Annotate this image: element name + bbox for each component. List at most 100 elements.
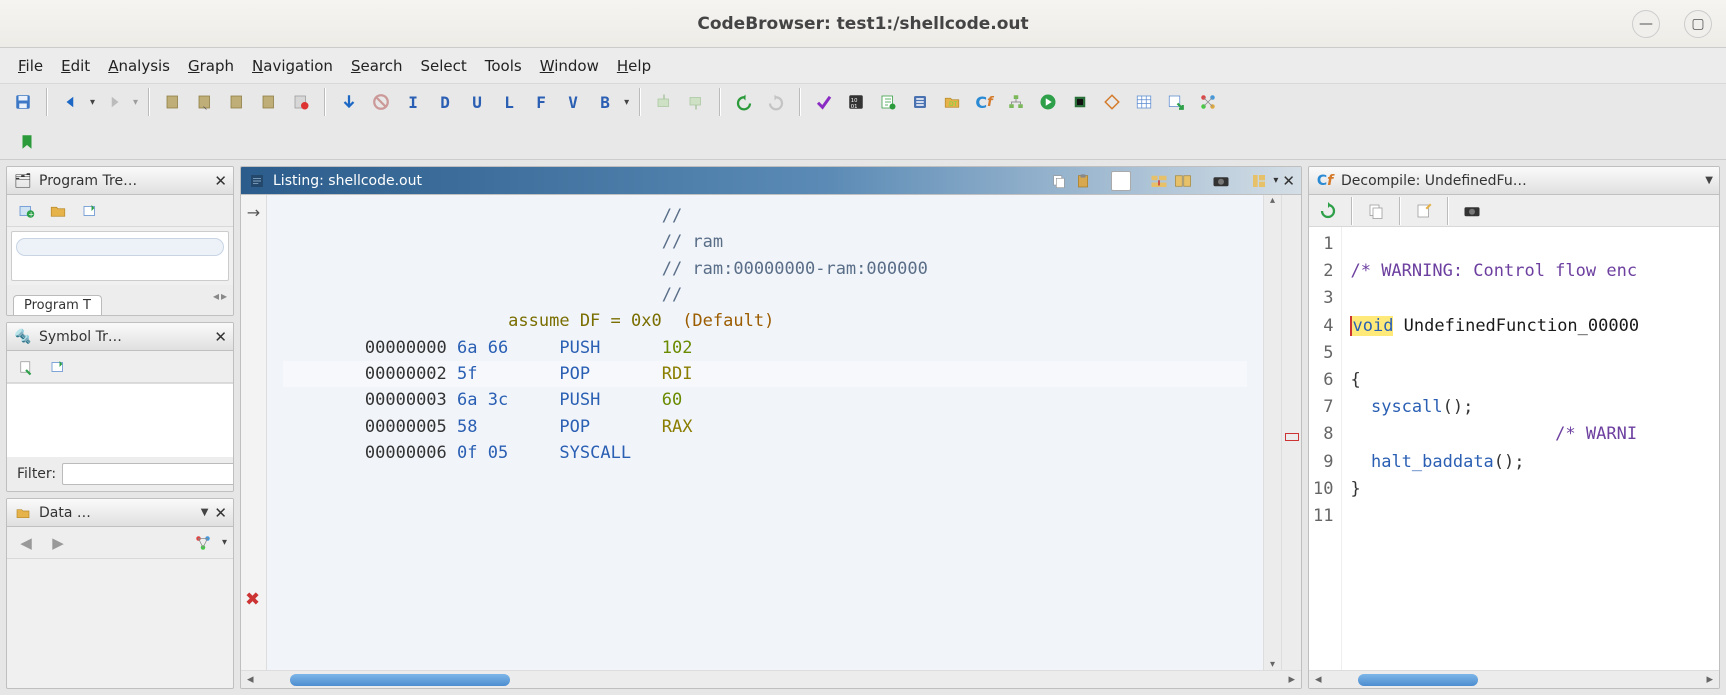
window-title: CodeBrowser: test1:/shellcode.out (697, 14, 1028, 34)
dt-graph-icon[interactable] (190, 530, 216, 556)
center-column: Listing: shellcode.out ↖ ▾ ✕ (240, 166, 1302, 689)
symbol-filter-input[interactable] (62, 463, 234, 485)
decompile-snapshot-icon[interactable] (1459, 198, 1485, 224)
listing-fields-icon[interactable] (1249, 171, 1269, 191)
menu-window[interactable]: Window (540, 57, 599, 75)
nav-fwd-icon[interactable] (101, 89, 127, 115)
toolbar-icon-2[interactable] (192, 89, 218, 115)
folder-dt-icon[interactable]: DT (939, 89, 965, 115)
toolbar-icon-1[interactable] (160, 89, 186, 115)
data-type-title: Data … (39, 505, 195, 521)
nav-back-icon[interactable] (58, 89, 84, 115)
listing-close[interactable]: ✕ (1282, 172, 1295, 190)
decompile-menu[interactable]: ▼ (1705, 175, 1713, 186)
tree-icon[interactable] (1003, 89, 1029, 115)
toolbar-config-icon[interactable] (288, 89, 314, 115)
titlebar: CodeBrowser: test1:/shellcode.out — ▢ (0, 0, 1726, 48)
bookmark-icon[interactable] (14, 129, 40, 155)
minimize-button[interactable]: — (1632, 10, 1660, 38)
listing-copy-icon[interactable] (1049, 171, 1069, 191)
binary-icon[interactable]: 1001 (843, 89, 869, 115)
listing-fields-menu[interactable]: ▾ (1273, 175, 1278, 186)
menu-analysis[interactable]: Analysis (108, 57, 170, 75)
decompile-refresh-icon[interactable] (1315, 198, 1341, 224)
nav-back-menu[interactable]: ▾ (90, 97, 95, 108)
program-tree-title: Program Tre… (39, 173, 208, 189)
letter-D-button[interactable]: D (432, 89, 458, 115)
graph-icon[interactable] (1195, 89, 1221, 115)
menu-search[interactable]: Search (351, 57, 403, 75)
listing-paste-icon[interactable] (1073, 171, 1093, 191)
listing-vscroll[interactable]: ▴▾ (1263, 195, 1281, 670)
data-type-close[interactable]: ✕ (214, 504, 227, 522)
decompile-edit-icon[interactable] (1411, 198, 1437, 224)
no-entry-icon[interactable] (368, 89, 394, 115)
script-icon[interactable] (875, 89, 901, 115)
letter-B-button[interactable]: B (592, 89, 618, 115)
menubar: File Edit Analysis Graph Navigation Sear… (0, 48, 1726, 84)
save-icon[interactable] (10, 89, 36, 115)
cf-icon[interactable]: Cf (971, 89, 997, 115)
pt-open-folder-icon[interactable] (45, 198, 71, 224)
listing-title: Listing: shellcode.out (273, 173, 1043, 189)
decompile-body[interactable]: 1 2 3 4 5 6 7 8 9 10 11 /* WARNING: Cont… (1309, 227, 1719, 670)
menu-help[interactable]: Help (617, 57, 651, 75)
menu-navigation[interactable]: Navigation (252, 57, 333, 75)
nav-fwd-menu[interactable]: ▾ (133, 97, 138, 108)
decompile-hscroll[interactable]: ◂ ▸ (1309, 670, 1719, 688)
letter-V-button[interactable]: V (560, 89, 586, 115)
play-icon[interactable] (1035, 89, 1061, 115)
diamond-icon[interactable] (1099, 89, 1125, 115)
menu-file[interactable]: File (18, 57, 43, 75)
chip-icon[interactable] (1067, 89, 1093, 115)
listing-field-icon[interactable] (1149, 171, 1169, 191)
down-arrow-icon[interactable] (336, 89, 362, 115)
letter-I-button[interactable]: I (400, 89, 426, 115)
decompile-copy-icon[interactable] (1363, 198, 1389, 224)
symbol-filter-label: Filter: (17, 466, 56, 482)
st-refresh-icon[interactable] (45, 354, 71, 380)
listing-overview[interactable] (1281, 195, 1301, 670)
letter-B-menu[interactable]: ▾ (624, 97, 629, 108)
menu-graph[interactable]: Graph (188, 57, 234, 75)
listing-delete-marker[interactable]: ✖ (245, 589, 260, 610)
letter-F-button[interactable]: F (528, 89, 554, 115)
menu-edit[interactable]: Edit (61, 57, 90, 75)
dt-graph-menu[interactable]: ▾ (222, 537, 227, 548)
listing-diff-icon[interactable] (1173, 171, 1193, 191)
main-area: 🗂 Program Tre… ✕ + Program T ◂▸ 🔩 Symbol… (0, 160, 1726, 695)
decompile-code[interactable]: /* WARNING: Control flow enc void Undefi… (1342, 227, 1719, 670)
dt-fwd-icon[interactable]: ▶ (45, 530, 71, 556)
st-new-icon[interactable] (13, 354, 39, 380)
register-in-icon[interactable] (651, 89, 677, 115)
tab-scroll-left[interactable]: ◂ (213, 289, 219, 303)
maximize-button[interactable]: ▢ (1684, 10, 1712, 38)
checkmark-icon[interactable] (811, 89, 837, 115)
program-tree-tab[interactable]: Program T (13, 295, 102, 315)
table-icon[interactable] (1131, 89, 1157, 115)
letter-U-button[interactable]: U (464, 89, 490, 115)
symbol-tree-close[interactable]: ✕ (214, 328, 227, 346)
redo-icon[interactable] (763, 89, 789, 115)
undo-icon[interactable] (731, 89, 757, 115)
toolbar-icon-3[interactable] (224, 89, 250, 115)
listing-cursor-icon[interactable]: ↖ (1111, 171, 1131, 191)
pt-new-icon[interactable]: + (13, 198, 39, 224)
listing-hscroll[interactable]: ◂ ▸ (241, 670, 1301, 688)
menu-select[interactable]: Select (420, 57, 466, 75)
dt-back-icon[interactable]: ◀ (13, 530, 39, 556)
listing-code-area[interactable]: // // ram // ram:00000000-ram:000000 // … (267, 195, 1263, 670)
program-tree-close[interactable]: ✕ (214, 172, 227, 190)
data-type-menu[interactable]: ▼ (201, 507, 209, 518)
menu-tools[interactable]: Tools (485, 57, 522, 75)
data-type-panel: Data … ▼ ✕ ◀ ▶ ▾ (6, 498, 234, 689)
toolbar-icon-4[interactable] (256, 89, 282, 115)
svg-text:01: 01 (851, 104, 858, 110)
export-table-icon[interactable] (1163, 89, 1189, 115)
listing-snapshot-icon[interactable] (1211, 171, 1231, 191)
letter-L-button[interactable]: L (496, 89, 522, 115)
register-out-icon[interactable] (683, 89, 709, 115)
tab-scroll-right[interactable]: ▸ (221, 289, 227, 303)
pt-refresh-icon[interactable] (77, 198, 103, 224)
list-icon[interactable] (907, 89, 933, 115)
